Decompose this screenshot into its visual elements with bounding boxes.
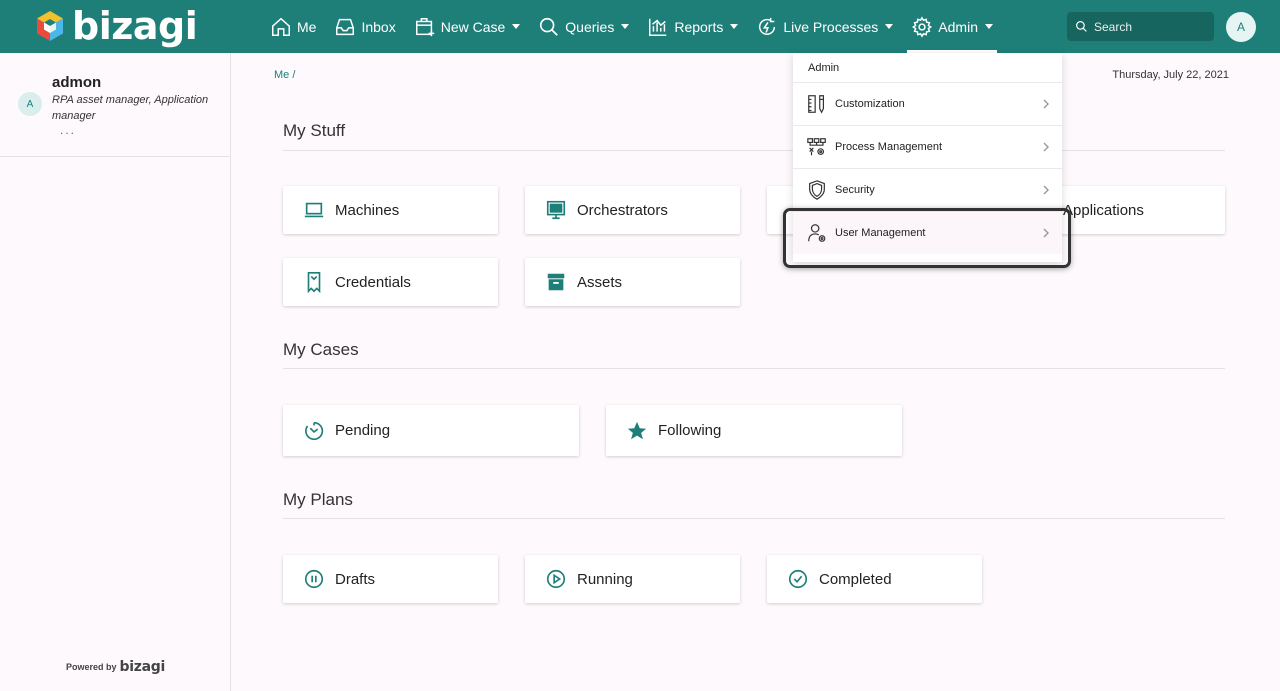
section-title-my-stuff: My Stuff — [283, 121, 346, 140]
menu-item-label: Security — [835, 184, 875, 196]
powered-by-logo: bizagi — [119, 659, 166, 675]
section-title-my-plans: My Plans — [283, 490, 353, 509]
user-avatar[interactable]: A — [1226, 12, 1256, 42]
nav-inbox-label: Inbox — [361, 18, 396, 35]
caret-down-icon — [984, 24, 993, 29]
nav-queries[interactable]: Queries — [530, 0, 637, 53]
sidebar: A admon RPA asset manager, Application m… — [0, 53, 231, 691]
section-divider — [283, 368, 1225, 369]
section-title-my-cases: My Cases — [283, 340, 359, 359]
laptop-icon — [304, 202, 324, 218]
section-divider — [283, 518, 1225, 519]
nav-live-processes[interactable]: Live Processes — [748, 0, 901, 53]
user-profile: A admon RPA asset manager, Application m… — [0, 53, 230, 157]
dropdown-header: Admin — [808, 62, 840, 74]
search-icon — [540, 17, 559, 36]
menu-item-user-management[interactable]: User Management — [793, 211, 1062, 254]
nav-me[interactable]: Me — [262, 0, 324, 53]
nav-me-label: Me — [297, 18, 317, 35]
bizagi-cube-icon — [37, 11, 63, 41]
chevron-right-icon — [1043, 228, 1049, 238]
customization-icon — [808, 95, 825, 114]
check-circle-icon — [788, 569, 808, 589]
card-label: Assets — [577, 273, 623, 291]
menu-item-security[interactable]: Security — [793, 168, 1062, 211]
nav-live-processes-label: Live Processes — [783, 18, 879, 35]
chart-icon — [649, 18, 667, 36]
menu-item-customization[interactable]: Customization — [793, 82, 1062, 125]
pause-circle-icon — [304, 569, 324, 589]
live-process-icon — [759, 17, 776, 35]
card-drafts[interactable]: Drafts — [283, 555, 498, 603]
gear-icon — [912, 15, 933, 38]
inbox-icon — [336, 18, 355, 35]
caret-down-icon — [885, 24, 894, 29]
nav-admin[interactable]: Admin — [903, 0, 1001, 53]
card-label: Running — [577, 570, 633, 588]
current-date: Thursday, July 22, 2021 — [1112, 69, 1229, 81]
search-input[interactable] — [1094, 19, 1204, 34]
nav-new-case[interactable]: New Case — [406, 0, 529, 53]
card-running[interactable]: Running — [525, 555, 740, 603]
nav-queries-label: Queries — [565, 18, 615, 35]
card-pending[interactable]: Pending — [283, 405, 579, 456]
card-label: Pending — [335, 422, 391, 439]
play-circle-icon — [546, 569, 566, 589]
card-label: Following — [658, 422, 722, 439]
breadcrumb[interactable]: Me / — [274, 69, 295, 81]
chevron-right-icon — [1043, 185, 1049, 195]
caret-down-icon — [621, 24, 630, 29]
profile-name: admon — [52, 74, 102, 91]
shield-icon — [809, 180, 825, 200]
menu-item-process-management[interactable]: Process Management — [793, 125, 1062, 168]
profile-role: RPA asset manager, Application manager — [52, 94, 209, 122]
card-orchestrators[interactable]: Orchestrators — [525, 186, 740, 234]
chevron-right-icon — [1043, 142, 1049, 152]
card-completed[interactable]: Completed — [767, 555, 982, 603]
search-box[interactable] — [1067, 12, 1214, 41]
nav-new-case-label: New Case — [440, 18, 506, 35]
main-nav: Me Inbox New Case Queries Reports Live P… — [262, 0, 1003, 53]
chevron-right-icon — [1043, 99, 1049, 109]
monitor-icon — [546, 200, 566, 220]
bizagi-logo[interactable]: bizagi — [34, 4, 198, 48]
card-label: Machines — [335, 201, 400, 219]
menu-item-label: Process Management — [835, 141, 942, 153]
new-case-icon — [415, 17, 434, 36]
home-icon — [272, 17, 290, 36]
top-navigation-bar: bizagi Me Inbox New Case Queries Reports — [0, 0, 1280, 53]
user-settings-icon — [808, 224, 826, 242]
search-icon — [1076, 21, 1087, 32]
card-label: Drafts — [335, 570, 376, 588]
process-management-icon — [807, 138, 826, 156]
card-following[interactable]: Following — [606, 405, 902, 456]
powered-by: Powered by bizagi — [66, 659, 165, 675]
nav-inbox[interactable]: Inbox — [326, 0, 403, 53]
credential-icon — [307, 272, 321, 293]
card-credentials[interactable]: Credentials — [283, 258, 498, 306]
logo-text: bizagi — [72, 4, 198, 48]
powered-by-label: Powered by — [66, 662, 117, 672]
menu-item-label: Customization — [835, 98, 905, 110]
avatar: A — [18, 92, 42, 116]
card-label: Applications — [1063, 201, 1144, 219]
nav-reports[interactable]: Reports — [639, 0, 746, 53]
nav-reports-label: Reports — [674, 18, 724, 35]
card-machines[interactable]: Machines — [283, 186, 498, 234]
card-label: Orchestrators — [577, 201, 668, 219]
caret-down-icon — [730, 24, 739, 29]
nav-admin-label: Admin — [938, 18, 978, 35]
archive-box-icon — [547, 273, 565, 291]
timer-icon — [305, 421, 324, 440]
admin-dropdown-menu: Admin Customization Process Management S… — [793, 53, 1062, 262]
card-label: Completed — [819, 570, 892, 588]
star-icon — [627, 421, 647, 439]
menu-item-label: User Management — [835, 227, 926, 239]
section-divider — [283, 150, 1225, 151]
card-assets[interactable]: Assets — [525, 258, 740, 306]
more-options-button[interactable]: ... — [60, 123, 76, 137]
caret-down-icon — [512, 24, 521, 29]
main-content: Me / Thursday, July 22, 2021 My Stuff Ma… — [231, 53, 1280, 691]
card-label: Credentials — [335, 273, 411, 291]
